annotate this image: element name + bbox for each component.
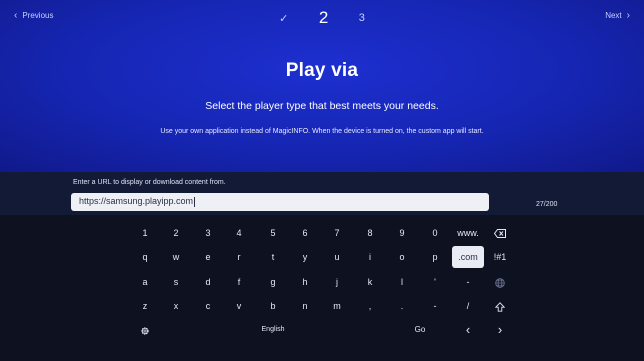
keyboard-row-1: 1 2 3 4 5 6 7 8 9 0 www. [0, 222, 644, 246]
language-key[interactable]: English [200, 319, 346, 341]
character-counter: 27/200 [536, 201, 558, 208]
key-i[interactable]: i [355, 246, 385, 268]
cursor-left-key[interactable]: ‹ [452, 319, 484, 341]
key-d[interactable]: d [193, 271, 223, 293]
globe-icon [495, 277, 505, 288]
key-x[interactable]: x [161, 295, 191, 317]
key-5[interactable]: 5 [258, 222, 288, 244]
key-www[interactable]: www. [452, 222, 484, 244]
key-a[interactable]: a [130, 271, 160, 293]
keyboard-row-4: z x c v b n m , . - / [0, 295, 644, 319]
key-2[interactable]: 2 [161, 222, 191, 244]
key-1[interactable]: 1 [130, 222, 160, 244]
url-entry-panel: Enter a URL to display or download conte… [0, 172, 644, 215]
key-o[interactable]: o [387, 246, 417, 268]
key-r[interactable]: r [224, 246, 254, 268]
key-s[interactable]: s [161, 271, 191, 293]
keyboard-row-2: q w e r t y u i o p .com !#1 [0, 246, 644, 270]
key-f[interactable]: f [224, 271, 254, 293]
url-value: https://samsung.playipp.com [79, 196, 194, 206]
key-m[interactable]: m [322, 295, 352, 317]
key-u[interactable]: u [322, 246, 352, 268]
cursor-right-key[interactable]: › [485, 319, 515, 341]
key-e[interactable]: e [193, 246, 223, 268]
header-panel: ‹ Previous ✓ 2 3 Next › Play via Select … [0, 0, 644, 172]
key-n[interactable]: n [290, 295, 320, 317]
keyboard-row-5: English Go ‹ › [0, 319, 644, 343]
key-8[interactable]: 8 [355, 222, 385, 244]
page-description: Use your own application instead of Magi… [160, 128, 484, 135]
keyboard-settings-key[interactable] [130, 319, 160, 341]
key-0[interactable]: 0 [420, 222, 450, 244]
step-2-current: 2 [318, 8, 329, 27]
gear-icon [141, 326, 149, 335]
key-dot-com[interactable]: .com [452, 246, 484, 268]
key-dash[interactable]: - [420, 295, 450, 317]
next-button[interactable]: Next › [605, 9, 630, 21]
step-3: 3 [358, 12, 365, 24]
key-comma[interactable]: , [355, 295, 385, 317]
key-l[interactable]: l [387, 271, 417, 293]
key-z[interactable]: z [130, 295, 160, 317]
step-1-done: ✓ [279, 12, 289, 25]
key-symbols[interactable]: !#1 [485, 246, 515, 268]
page-subtitle: Select the player type that best meets y… [205, 100, 439, 112]
key-slash[interactable]: / [452, 295, 484, 317]
key-h[interactable]: h [290, 271, 320, 293]
key-9[interactable]: 9 [387, 222, 417, 244]
next-label: Next [605, 11, 622, 20]
on-screen-keyboard: 1 2 3 4 5 6 7 8 9 0 www. q w e r t y u i… [0, 215, 644, 361]
page-title: Play via [285, 60, 359, 81]
key-period[interactable]: . [387, 295, 417, 317]
key-b[interactable]: b [258, 295, 288, 317]
shift-key[interactable] [485, 295, 515, 317]
go-key[interactable]: Go [388, 319, 452, 341]
key-j[interactable]: j [322, 271, 352, 293]
key-q[interactable]: q [130, 246, 160, 268]
key-apostrophe[interactable]: ' [420, 271, 450, 293]
key-c[interactable]: c [193, 295, 223, 317]
shift-arrow-icon [494, 301, 506, 312]
url-label: Enter a URL to display or download conte… [73, 179, 226, 186]
text-caret [194, 196, 196, 207]
backspace-icon [493, 229, 506, 239]
key-7[interactable]: 7 [322, 222, 352, 244]
key-4[interactable]: 4 [224, 222, 254, 244]
globe-key[interactable] [485, 271, 515, 293]
step-indicator: ✓ 2 3 [0, 8, 644, 28]
chevron-left-icon: ‹ [465, 322, 471, 337]
backspace-key[interactable] [485, 222, 515, 244]
chevron-right-icon: › [626, 9, 630, 21]
key-3[interactable]: 3 [193, 222, 223, 244]
chevron-right-icon: › [497, 322, 503, 337]
key-k[interactable]: k [355, 271, 385, 293]
key-y[interactable]: y [290, 246, 320, 268]
url-input[interactable]: https://samsung.playipp.com [71, 193, 489, 211]
key-t[interactable]: t [258, 246, 288, 268]
keyboard-row-3: a s d f g h j k l ' - [0, 271, 644, 295]
key-p[interactable]: p [420, 246, 450, 268]
key-hyphen[interactable]: - [452, 271, 484, 293]
key-w[interactable]: w [161, 246, 191, 268]
key-6[interactable]: 6 [290, 222, 320, 244]
key-v[interactable]: v [224, 295, 254, 317]
key-g[interactable]: g [258, 271, 288, 293]
